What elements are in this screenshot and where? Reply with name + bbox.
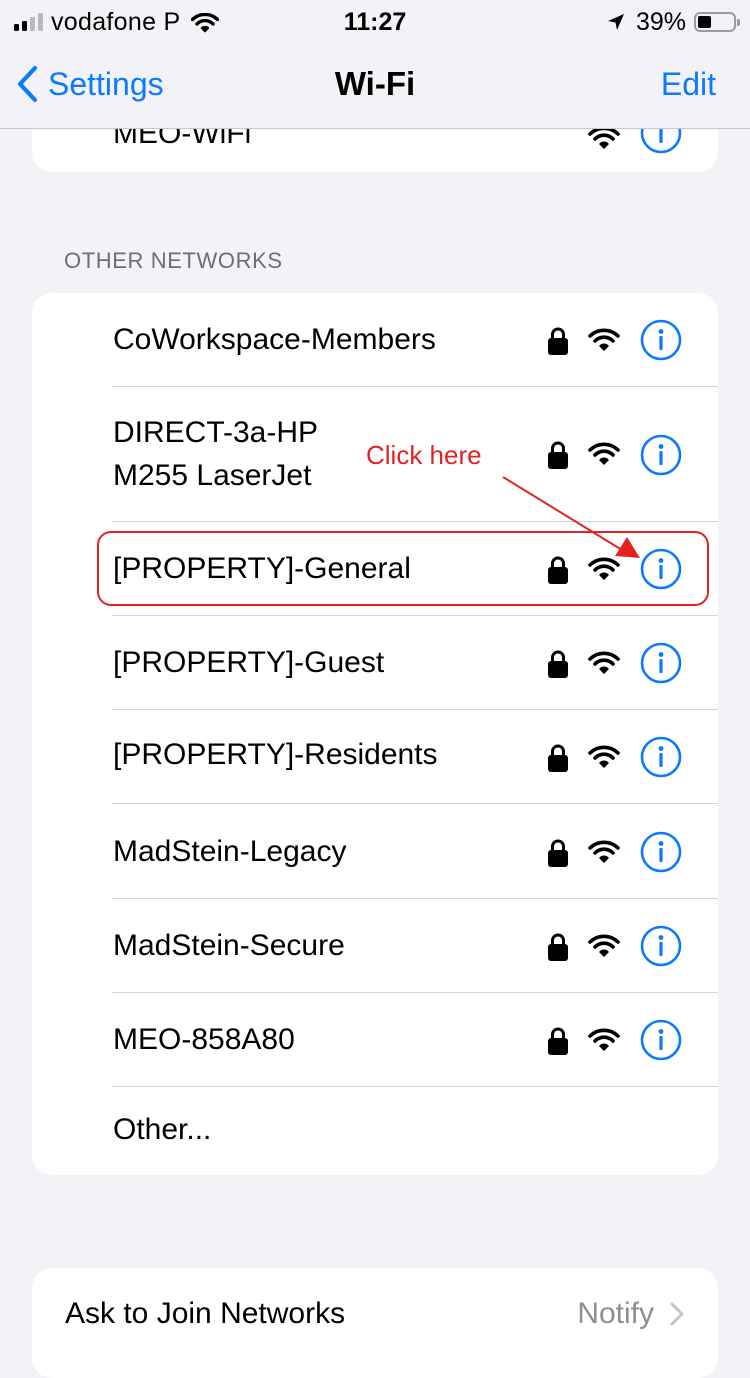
annotation-arrow-icon (502, 476, 640, 558)
